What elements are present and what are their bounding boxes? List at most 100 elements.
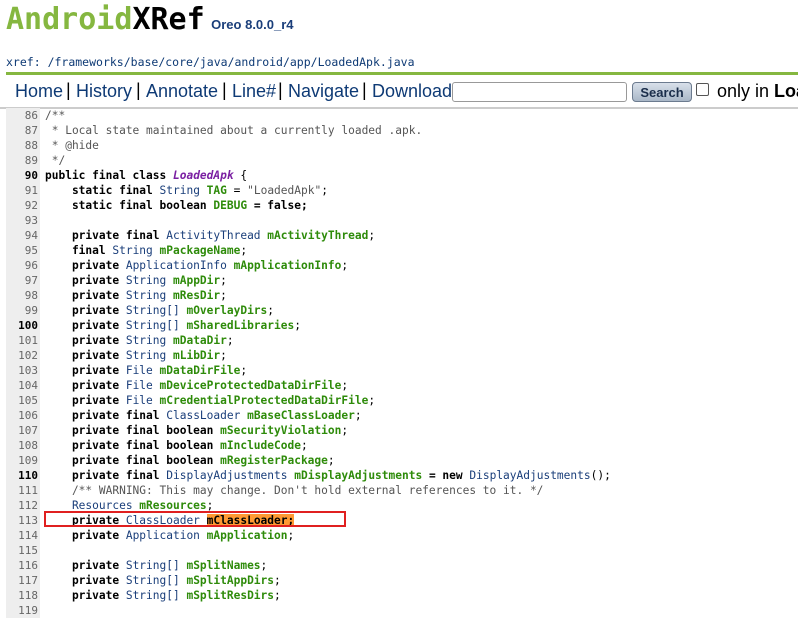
code-line: 108 private final boolean mIncludeCode; [0, 438, 798, 453]
line-number[interactable]: 100 [6, 318, 40, 333]
code-line: 86/** [0, 108, 798, 123]
line-number[interactable]: 106 [6, 408, 40, 423]
annotation-highlight-box [44, 511, 346, 527]
search-button[interactable]: Search [632, 82, 692, 102]
code-line: 115 [0, 543, 798, 558]
version-label[interactable]: Oreo 8.0.0_r4 [211, 17, 293, 32]
code-line: 118 private String[] mSplitResDirs; [0, 588, 798, 603]
type-link[interactable]: String[] [126, 319, 180, 332]
logo-android-text: Android [6, 2, 133, 37]
line-number[interactable]: 119 [6, 603, 40, 618]
code-line: 100 private String[] mSharedLibraries; [0, 318, 798, 333]
class-name-link[interactable]: LoadedApk [173, 169, 234, 182]
code-line: 95 final String mPackageName; [0, 243, 798, 258]
nav-history-link[interactable]: History [76, 81, 132, 102]
type-link[interactable]: Application [126, 529, 200, 542]
type-link[interactable]: DisplayAdjustments [469, 469, 590, 482]
code-line: 110 private final DisplayAdjustments mDi… [0, 468, 798, 483]
line-number[interactable]: 110 [6, 468, 40, 483]
code-line: 99 private String[] mOverlayDirs; [0, 303, 798, 318]
code-line: 88 * @hide [0, 138, 798, 153]
logo-xref-text: XRef [132, 2, 205, 37]
line-number[interactable]: 104 [6, 378, 40, 393]
line-number[interactable]: 112 [6, 498, 40, 513]
type-link[interactable]: String[] [126, 304, 180, 317]
navigation-bar: Home | History | Annotate | Line# | Navi… [0, 75, 798, 109]
code-line: 116 private String[] mSplitNames; [0, 558, 798, 573]
nav-home-link[interactable]: Home [15, 81, 63, 102]
type-link[interactable]: String [126, 274, 166, 287]
line-number[interactable]: 86 [6, 108, 40, 123]
line-number[interactable]: 95 [6, 243, 40, 258]
nav-separator: | [362, 80, 367, 100]
line-number[interactable]: 97 [6, 273, 40, 288]
code-line: 119 [0, 603, 798, 618]
line-number[interactable]: 98 [6, 288, 40, 303]
source-code-view: 86/** 87 * Local state maintained about … [0, 108, 798, 618]
code-line: 89 */ [0, 153, 798, 168]
code-line: 102 private String mLibDir; [0, 348, 798, 363]
nav-annotate-link[interactable]: Annotate [146, 81, 218, 102]
line-number[interactable]: 99 [6, 303, 40, 318]
only-in-checkbox[interactable] [696, 83, 709, 96]
line-number[interactable]: 105 [6, 393, 40, 408]
type-link[interactable]: String [112, 244, 152, 257]
breadcrumb-path-link[interactable]: /frameworks/base/core/java/android/app/L… [48, 55, 415, 69]
breadcrumb: xref: /frameworks/base/core/java/android… [6, 55, 798, 75]
line-number[interactable]: 118 [6, 588, 40, 603]
line-number[interactable]: 87 [6, 123, 40, 138]
line-number[interactable]: 93 [6, 213, 40, 228]
line-number[interactable]: 89 [6, 153, 40, 168]
type-link[interactable]: String[] [126, 574, 180, 587]
androidxref-logo[interactable]: AndroidXRef Oreo 8.0.0_r4 [6, 2, 294, 42]
nav-download-link[interactable]: Download [372, 81, 452, 102]
type-link[interactable]: ApplicationInfo [126, 259, 227, 272]
line-number[interactable]: 108 [6, 438, 40, 453]
code-line: 98 private String mResDir; [0, 288, 798, 303]
nav-separator: | [136, 80, 141, 100]
nav-separator: | [222, 80, 227, 100]
type-link[interactable]: ClassLoader [166, 409, 240, 422]
code-line: 101 private String mDataDir; [0, 333, 798, 348]
nav-line-link[interactable]: Line# [232, 81, 276, 102]
nav-separator: | [278, 80, 283, 100]
line-number[interactable]: 88 [6, 138, 40, 153]
code-line: 104 private File mDeviceProtectedDataDir… [0, 378, 798, 393]
line-number[interactable]: 92 [6, 198, 40, 213]
line-number[interactable]: 113 [6, 513, 40, 528]
type-link[interactable]: String [126, 334, 166, 347]
type-link[interactable]: String [160, 184, 200, 197]
line-number[interactable]: 102 [6, 348, 40, 363]
type-link[interactable]: File [126, 379, 153, 392]
code-line: 91 static final String TAG = "LoadedApk"… [0, 183, 798, 198]
code-line: 90 public final class LoadedApk { [0, 168, 798, 183]
line-number[interactable]: 91 [6, 183, 40, 198]
type-link[interactable]: DisplayAdjustments [166, 469, 287, 482]
line-number[interactable]: 109 [6, 453, 40, 468]
line-number[interactable]: 94 [6, 228, 40, 243]
code-line: 93 [0, 213, 798, 228]
type-link[interactable]: String [126, 349, 166, 362]
type-link[interactable]: String[] [126, 559, 180, 572]
type-link[interactable]: String[] [126, 589, 180, 602]
line-number[interactable]: 101 [6, 333, 40, 348]
line-number[interactable]: 90 [6, 168, 40, 183]
line-number[interactable]: 103 [6, 363, 40, 378]
type-link[interactable]: ActivityThread [166, 229, 260, 242]
line-number[interactable]: 111 [6, 483, 40, 498]
type-link[interactable]: File [126, 364, 153, 377]
line-number[interactable]: 114 [6, 528, 40, 543]
search-input[interactable] [452, 82, 627, 102]
type-link[interactable]: String [126, 289, 166, 302]
line-number[interactable]: 115 [6, 543, 40, 558]
line-number[interactable]: 96 [6, 258, 40, 273]
line-number[interactable]: 107 [6, 423, 40, 438]
line-number[interactable]: 117 [6, 573, 40, 588]
code-line: 111 /** WARNING: This may change. Don't … [0, 483, 798, 498]
line-number[interactable]: 116 [6, 558, 40, 573]
code-line: 114 private Application mApplication; [0, 528, 798, 543]
code-line: 107 private final boolean mSecurityViola… [0, 423, 798, 438]
code-line: 87 * Local state maintained about a curr… [0, 123, 798, 138]
nav-navigate-link[interactable]: Navigate [288, 81, 359, 102]
type-link[interactable]: File [126, 394, 153, 407]
